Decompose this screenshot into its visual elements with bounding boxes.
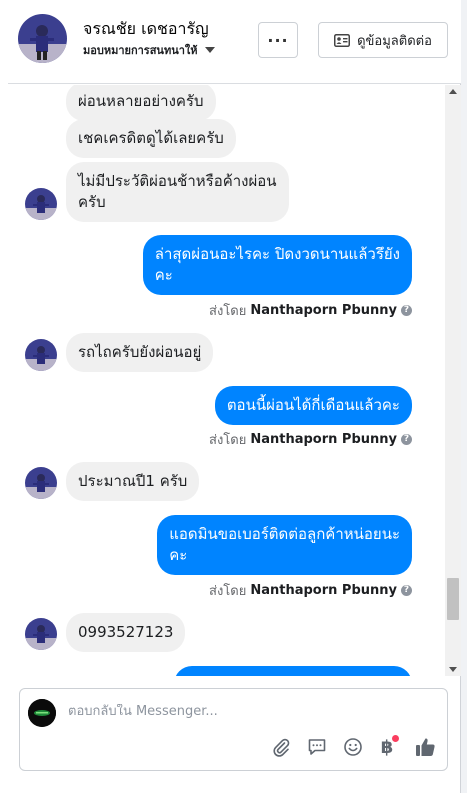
contact-name[interactable]: จรณชัย เดชอารัญ <box>83 17 209 42</box>
incoming-message: ประมาณปี1 ครับ <box>66 462 200 501</box>
message-thread[interactable]: ผ่อนหลายอย่างครับ เชคเครดิตดูได้เลยครับ … <box>8 85 445 676</box>
outgoing-message-partial <box>174 666 412 676</box>
thread-scrollbar[interactable] <box>445 85 461 676</box>
sent-by-label: ส่งโดย Nanthaporn Pbunny ? <box>209 580 412 601</box>
contact-avatar-image <box>25 188 57 220</box>
assign-conversation-dropdown[interactable]: มอบหมายการสนทนาให้ <box>83 41 215 59</box>
payment-button[interactable]: ฿ <box>376 735 399 758</box>
message-text-line: คะ <box>154 266 173 284</box>
outgoing-message: ล่าสุดผ่อนอะไรคะ ปิดงวดนานแล้วรึยัง คะ <box>142 235 412 295</box>
contact-avatar-small <box>25 467 57 499</box>
contact-avatar-small <box>25 339 57 371</box>
incoming-message: ผ่อนหลายอย่างครับ <box>66 85 216 121</box>
page-scrollbar[interactable] <box>461 0 467 793</box>
sent-by-prefix: ส่งโดย <box>209 584 247 599</box>
message-text: ตอนนี้ผ่อนได้กี่เดือนแล้วคะ <box>226 396 400 414</box>
sender-name: Nanthaporn Pbunny <box>250 432 397 447</box>
sent-by-label: ส่งโดย Nanthaporn Pbunny ? <box>209 429 412 450</box>
conversation-panel: จรณชัย เดชอารัญ มอบหมายการสนทนาให้ ··· ด… <box>0 0 461 793</box>
conversation-header: จรณชัย เดชอารัญ มอบหมายการสนทนาให้ ··· ด… <box>8 0 461 84</box>
contact-avatar-small <box>25 618 57 650</box>
reply-input[interactable] <box>68 704 428 719</box>
outgoing-message: ตอนนี้ผ่อนได้กี่เดือนแล้วคะ <box>214 386 412 425</box>
contact-avatar-image <box>18 14 67 63</box>
attachment-icon <box>273 738 290 757</box>
incoming-message: ไม่มีประวัติผ่อนช้าหรือค้างผ่อน ครับ <box>66 162 289 222</box>
assignee-label: มอบหมายการสนทนาให้ <box>83 44 198 57</box>
sent-by-prefix: ส่งโดย <box>209 433 247 448</box>
like-button[interactable] <box>414 736 436 758</box>
help-icon[interactable]: ? <box>401 305 412 316</box>
scroll-thumb[interactable] <box>447 578 459 620</box>
view-contact-info-label: ดูข้อมูลติดต่อ <box>357 33 432 49</box>
help-icon[interactable]: ? <box>401 434 412 445</box>
view-contact-info-button[interactable]: ดูข้อมูลติดต่อ <box>318 22 448 58</box>
notification-dot <box>392 735 399 742</box>
help-icon[interactable]: ? <box>401 585 412 596</box>
saved-replies-button[interactable] <box>306 736 328 758</box>
contact-avatar-image <box>25 339 57 371</box>
message-text: ผ่อนหลายอย่างครับ <box>78 92 204 110</box>
emoji-button[interactable] <box>342 736 364 758</box>
contact-card-icon <box>334 33 351 47</box>
sender-name: Nanthaporn Pbunny <box>250 303 397 318</box>
message-text-line: แอดมินขอเบอร์ติดต่อลูกค้าหน่อยนะ <box>169 525 400 543</box>
message-text-line: คะ <box>169 546 188 564</box>
more-icon: ··· <box>267 30 289 50</box>
outgoing-message: แอดมินขอเบอร์ติดต่อลูกค้าหน่อยนะ คะ <box>157 515 412 575</box>
sent-by-prefix: ส่งโดย <box>209 304 247 319</box>
page-avatar <box>28 699 56 727</box>
page-logo-image <box>28 699 56 727</box>
message-text: 0993527123 <box>78 623 174 641</box>
incoming-message: เชคเครดิตดูได้เลยครับ <box>66 119 236 158</box>
sent-by-label: ส่งโดย Nanthaporn Pbunny ? <box>209 300 412 321</box>
message-text: ประมาณปี1 ครับ <box>78 472 188 490</box>
scroll-up-arrow-icon[interactable] <box>449 89 457 94</box>
more-button[interactable]: ··· <box>258 22 298 58</box>
message-text-line: ไม่มีประวัติผ่อนช้าหรือค้างผ่อน <box>78 172 277 190</box>
message-text: รถไถครับยังผ่อนอยู่ <box>78 343 202 361</box>
contact-avatar-image <box>25 467 57 499</box>
thumbs-up-icon <box>415 738 435 756</box>
incoming-message: 0993527123 <box>66 613 186 652</box>
chevron-down-icon <box>204 47 215 53</box>
saved-reply-icon <box>308 739 326 755</box>
incoming-message: รถไถครับยังผ่อนอยู่ <box>66 333 214 372</box>
contact-avatar-small <box>25 188 57 220</box>
reply-composer: ฿ <box>19 688 448 771</box>
message-text-line: ล่าสุดผ่อนอะไรคะ ปิดงวดนานแล้วรึยัง <box>154 245 400 263</box>
sender-name: Nanthaporn Pbunny <box>250 583 397 598</box>
attach-button[interactable] <box>270 736 292 758</box>
scroll-down-arrow-icon[interactable] <box>449 667 457 672</box>
contact-avatar[interactable] <box>18 14 67 63</box>
message-text-line: ครับ <box>78 193 106 211</box>
message-text: เชคเครดิตดูได้เลยครับ <box>78 129 224 147</box>
contact-avatar-image <box>25 618 57 650</box>
emoji-icon <box>344 738 362 756</box>
